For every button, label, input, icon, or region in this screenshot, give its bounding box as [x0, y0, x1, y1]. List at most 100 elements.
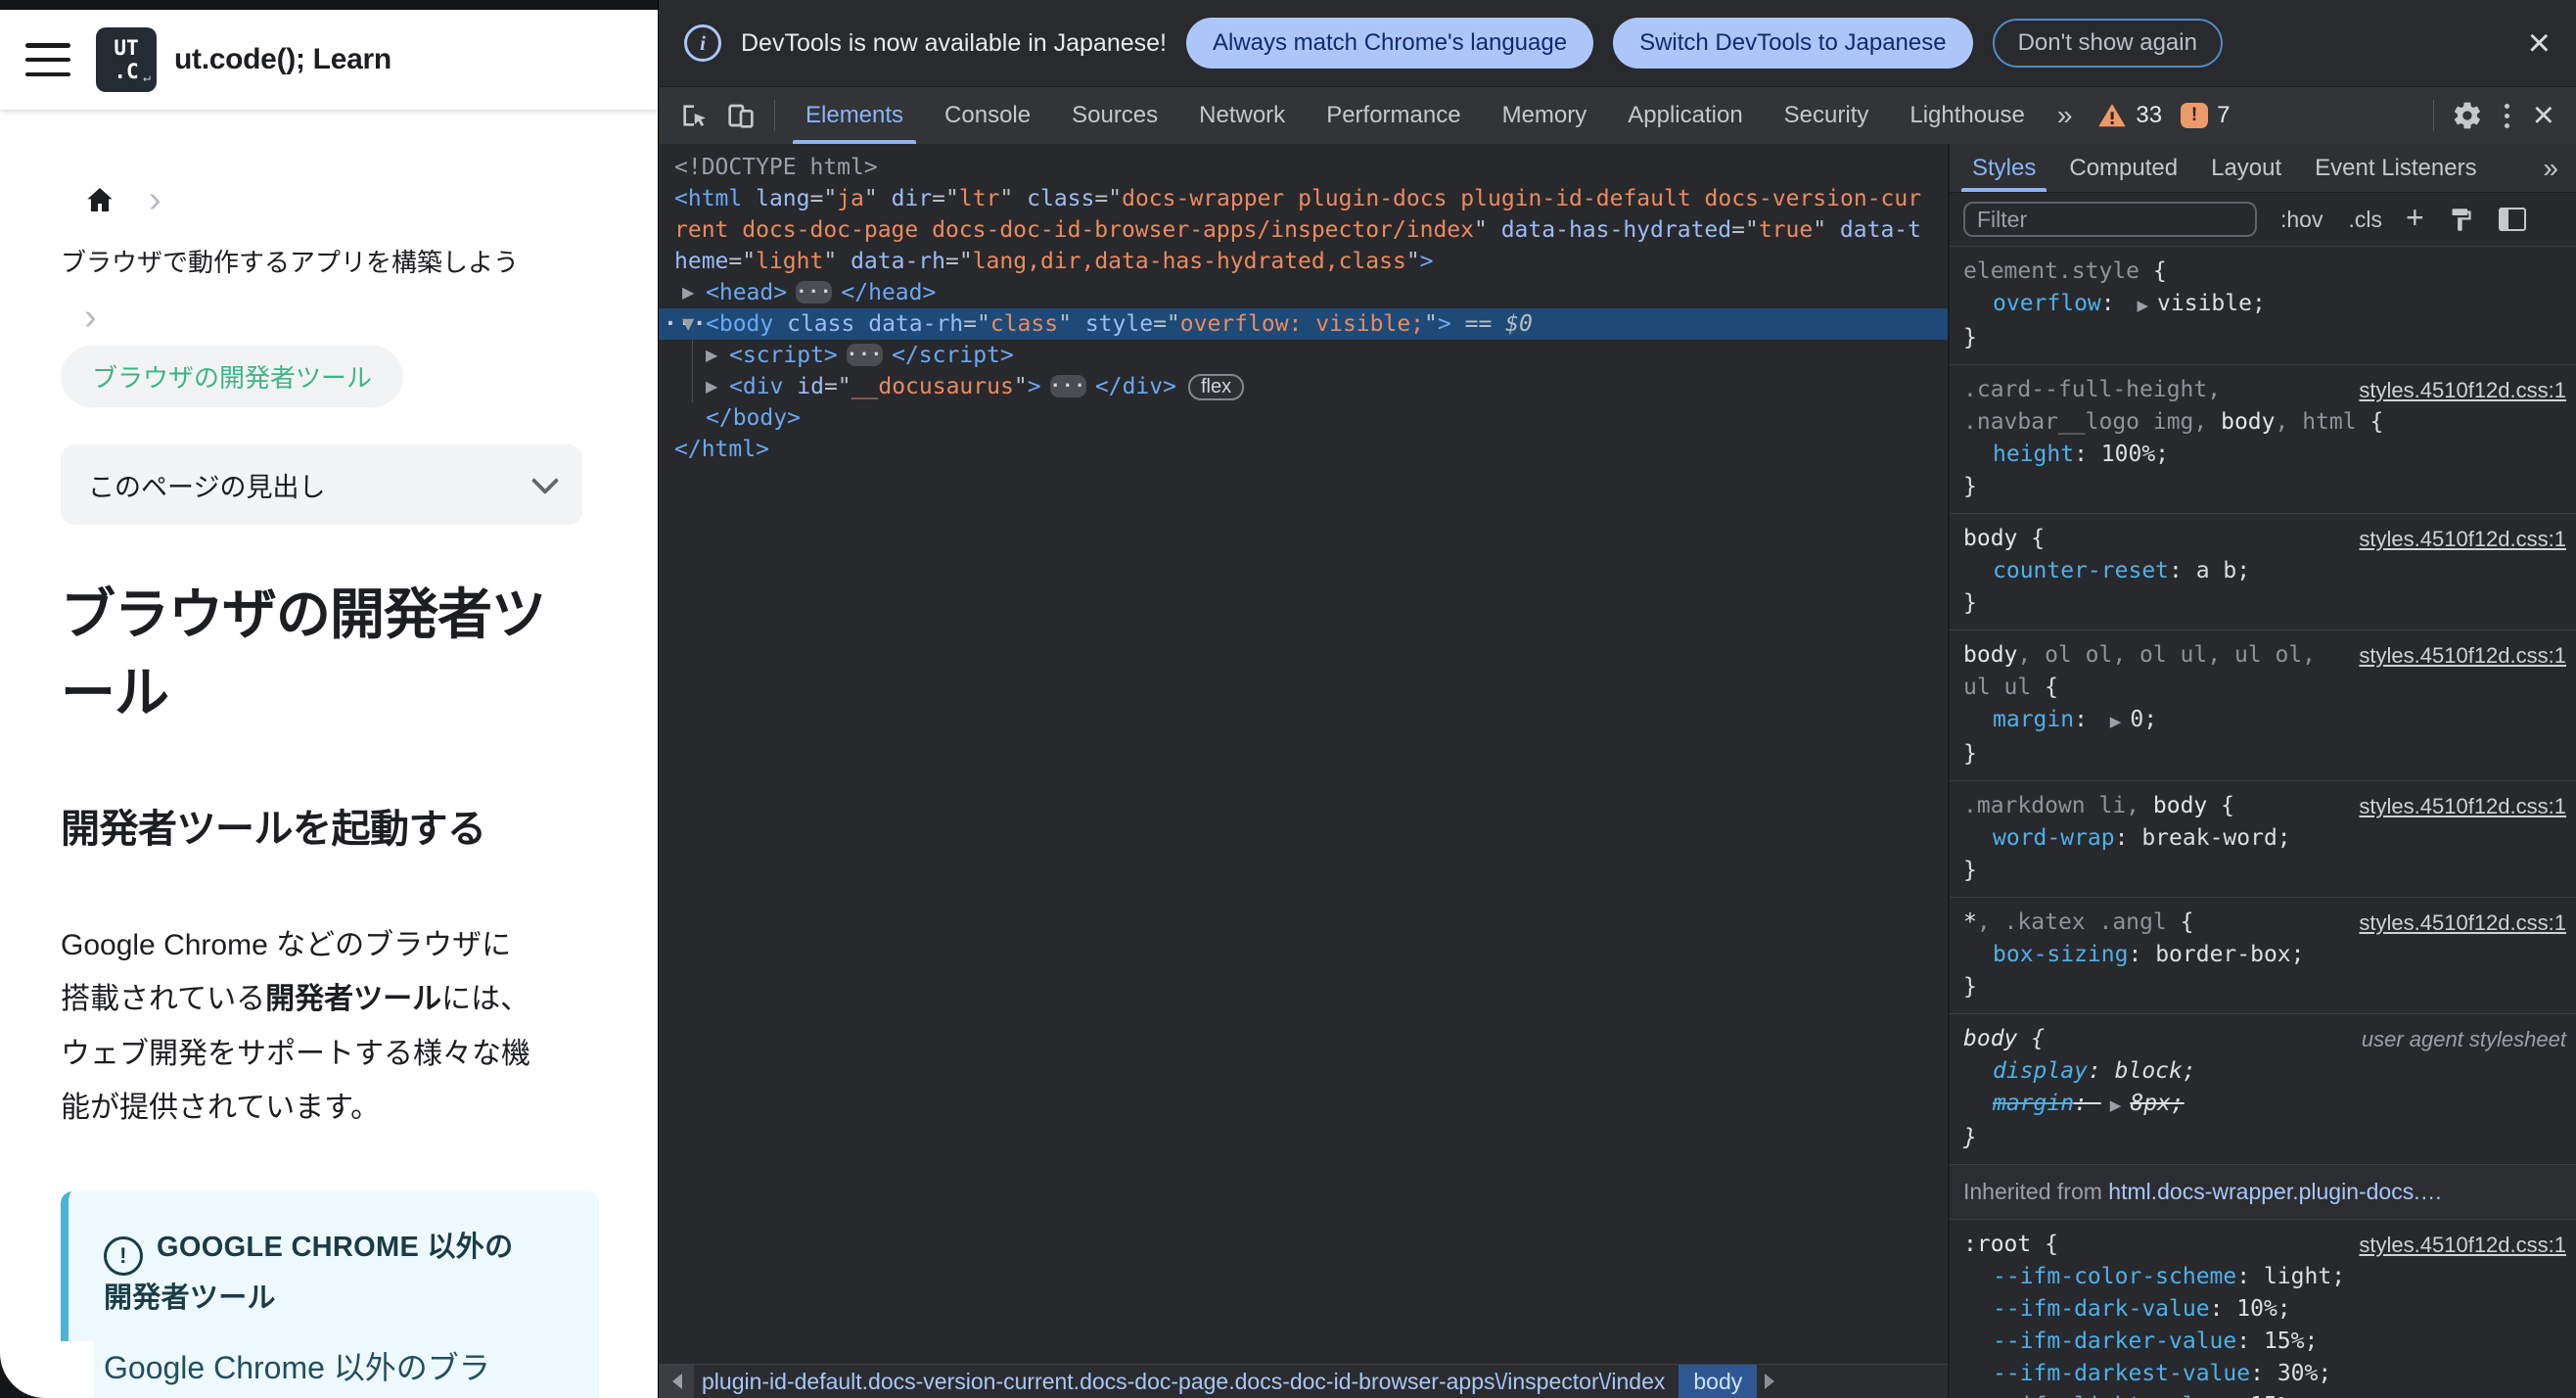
css-property[interactable]: --ifm-color-scheme: light;	[1963, 1261, 2566, 1293]
devtools-tab-memory[interactable]: Memory	[1482, 87, 1608, 144]
stylesheet-source-link[interactable]: styles.4510f12d.css:1	[2359, 374, 2566, 406]
stylesheet-source-link[interactable]: styles.4510f12d.css:1	[2359, 639, 2566, 672]
warning-count[interactable]: 33	[2136, 102, 2162, 129]
breadcrumb-item[interactable]: ブラウザで動作するアプリを構築しよう	[61, 243, 658, 279]
css-rule[interactable]: element.style {overflow: ▶ visible;}	[1950, 247, 2576, 365]
css-rule[interactable]: styles.4510f12d.css:1 body {counter-reset…	[1950, 514, 2576, 630]
css-property[interactable]: overflow: ▶ visible;	[1963, 288, 2566, 322]
styles-tab-layout[interactable]: Layout	[2194, 144, 2298, 192]
more-sidebar-tabs-icon[interactable]: »	[2531, 153, 2570, 184]
issue-badges: 33 ! 7	[2097, 87, 2230, 144]
styles-toggle-cls[interactable]: .cls	[2348, 207, 2382, 233]
logo-line1: UT	[114, 36, 139, 60]
devtools-toolbar: Elements Console Sources Network Performance…	[659, 87, 2576, 145]
devtools-tab-network[interactable]: Network	[1178, 87, 1306, 144]
expand-arrow-closed-icon[interactable]: ▶	[682, 277, 694, 308]
styles-filter-input[interactable]	[1963, 202, 2257, 237]
dom-tree-row[interactable]: <!DOCTYPE html>	[659, 152, 1948, 183]
settings-gear-icon[interactable]	[2450, 98, 2485, 133]
notification-text: DevTools is now available in Japanese!	[741, 28, 1167, 57]
crumb-scroll-left-button[interactable]	[659, 1365, 694, 1398]
stylesheet-source-link[interactable]: styles.4510f12d.css:1	[2359, 790, 2566, 822]
logo-line2: .C	[114, 60, 139, 83]
css-rule[interactable]: styles.4510f12d.css:1 .markdown li, body …	[1950, 781, 2576, 898]
issues-icon[interactable]: !	[2181, 103, 2209, 128]
css-property[interactable]: margin: ▶ 0;	[1963, 704, 2566, 738]
match-language-button[interactable]: Always match Chrome's language	[1185, 18, 1594, 69]
device-toolbar-icon[interactable]	[723, 98, 759, 133]
css-property[interactable]: --ifm-darkest-value: 30%;	[1963, 1358, 2566, 1390]
home-icon[interactable]	[84, 184, 115, 215]
css-property[interactable]: --ifm-light-value: 15%;	[1963, 1390, 2566, 1398]
expand-arrow-open-icon[interactable]: ▼	[682, 308, 694, 340]
styles-toggle-hov[interactable]: :hov	[2280, 207, 2323, 233]
css-rule[interactable]: styles.4510f12d.css:1 body, ol ol, ol ul,…	[1950, 630, 2576, 781]
dom-tree-row[interactable]: <html lang="ja" dir="ltr" class="docs-wr…	[659, 183, 1948, 277]
css-rule[interactable]: styles.4510f12d.css:1 .card--full-height,…	[1950, 365, 2576, 514]
admonition-body: Google Chrome 以外のブラウザにも開発者ツールは搭載されて	[104, 1349, 490, 1385]
new-style-rule-icon[interactable]: +	[2406, 200, 2424, 236]
kebab-menu-icon[interactable]	[2504, 103, 2509, 128]
devtools-tab-lighthouse[interactable]: Lighthouse	[1889, 87, 2045, 144]
devtools-window: i DevTools is now available in Japanese!…	[658, 0, 2576, 1398]
expand-arrow-closed-icon[interactable]: ▶	[706, 371, 717, 402]
flex-badge[interactable]: flex	[1187, 374, 1245, 400]
dom-tree-row[interactable]: ▶ <head> ··· </head>	[659, 277, 1948, 308]
crumb-path[interactable]: plugin-id-default.docs-version-current.d…	[694, 1369, 1665, 1395]
dom-tree-row[interactable]: </html>	[659, 434, 1948, 465]
crumb-selected-node[interactable]: body	[1679, 1365, 1758, 1398]
issues-count[interactable]: 7	[2217, 102, 2230, 129]
dom-tree-row[interactable]: </body>	[659, 402, 1948, 434]
css-rule[interactable]: styles.4510f12d.css:1:root {--ifm-color-…	[1950, 1220, 2576, 1398]
devtools-tab-security[interactable]: Security	[1764, 87, 1890, 144]
devtools-tab-performance[interactable]: Performance	[1306, 87, 1481, 144]
css-property[interactable]: display: block;	[1963, 1055, 2566, 1088]
stylesheet-source-link[interactable]: styles.4510f12d.css:1	[2359, 523, 2566, 555]
devtools-tab-elements[interactable]: Elements	[785, 87, 924, 144]
css-property[interactable]: --ifm-dark-value: 10%;	[1963, 1293, 2566, 1326]
expand-value-icon: ▶	[2109, 1096, 2122, 1114]
menu-icon[interactable]	[25, 43, 70, 76]
inspect-element-icon[interactable]	[676, 98, 712, 133]
notification-close-icon[interactable]: ×	[2528, 23, 2551, 63]
css-property[interactable]: margin: ▶ 8px;	[1963, 1088, 2566, 1122]
expand-arrow-closed-icon[interactable]: ▶	[706, 340, 717, 371]
css-property[interactable]: height: 100%;	[1963, 439, 2566, 471]
info-icon: i	[684, 24, 721, 62]
dom-tree-row[interactable]: ▶ <script> ··· </script>	[659, 340, 1948, 371]
dom-tree-row-selected[interactable]: ··· ▼ <body class data-rh="class" style="o…	[659, 308, 1948, 340]
styles-tab-styles[interactable]: Styles	[1955, 144, 2052, 192]
devtools-tab-console[interactable]: Console	[924, 87, 1051, 144]
toggle-sidebar-icon[interactable]	[2498, 206, 2526, 233]
toc-dropdown[interactable]: このページの見出し	[61, 444, 582, 525]
stylesheet-source-link[interactable]: styles.4510f12d.css:1	[2359, 907, 2566, 939]
breadcrumb-current[interactable]: ブラウザの開発者ツール	[61, 346, 404, 407]
styles-toolbar-toggles: :hov .cls	[2280, 207, 2382, 233]
switch-japanese-button[interactable]: Switch DevTools to Japanese	[1613, 18, 1973, 69]
css-property[interactable]: box-sizing: border-box;	[1963, 939, 2566, 971]
dont-show-again-button[interactable]: Don't show again	[1992, 19, 2223, 68]
styles-tab-computed[interactable]: Computed	[2052, 144, 2194, 192]
expand-value-icon: ▶	[2137, 297, 2149, 314]
css-property[interactable]: counter-reset: a b;	[1963, 555, 2566, 587]
css-property[interactable]: word-wrap: break-word;	[1963, 822, 2566, 855]
rendering-brush-icon[interactable]	[2448, 206, 2475, 233]
styles-tab-event-listeners[interactable]: Event Listeners	[2298, 144, 2493, 192]
section-heading: 開発者ツールを起動する	[61, 808, 486, 852]
dom-tree-row[interactable]: ▶ <div id="__docusaurus"> ··· </div> flex	[659, 371, 1948, 402]
inherited-element-link[interactable]: html.docs-wrapper.plugin-docs.…	[2108, 1179, 2442, 1204]
css-property[interactable]: --ifm-darker-value: 15%;	[1963, 1326, 2566, 1358]
more-tabs-icon[interactable]: »	[2046, 100, 2085, 131]
devtools-tab-application[interactable]: Application	[1607, 87, 1763, 144]
css-rule[interactable]: user agent stylesheet body {display: bloc…	[1950, 1014, 2576, 1165]
css-rule[interactable]: styles.4510f12d.css:1 *, .katex .angl {bo…	[1950, 898, 2576, 1014]
stylesheet-source-link[interactable]: styles.4510f12d.css:1	[2359, 1229, 2566, 1261]
expand-children-button[interactable]: ···	[796, 280, 833, 303]
site-logo[interactable]: UT .C ↵	[96, 27, 157, 92]
devtools-tab-sources[interactable]: Sources	[1051, 87, 1178, 144]
expand-children-button[interactable]: ···	[846, 343, 884, 366]
expand-children-button[interactable]: ···	[1049, 374, 1086, 397]
devtools-close-icon[interactable]: ×	[2533, 97, 2554, 134]
site-title[interactable]: ut.code(); Learn	[174, 43, 391, 76]
warning-icon[interactable]	[2097, 101, 2127, 130]
